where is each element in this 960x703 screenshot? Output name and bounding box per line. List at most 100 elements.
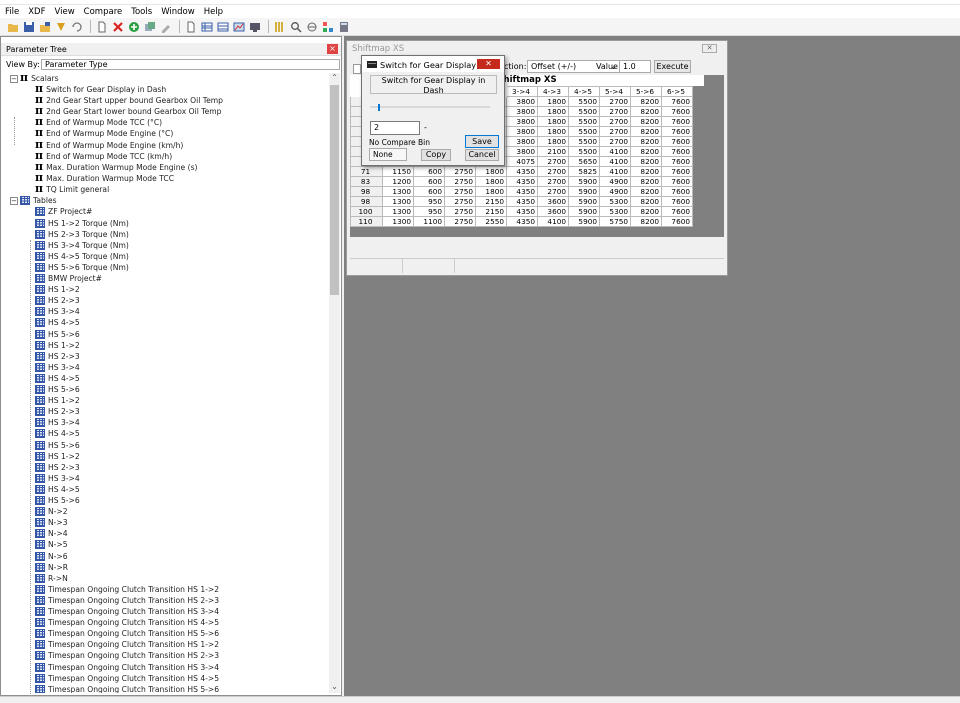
tree-group-tables[interactable]: − Tables xyxy=(10,195,57,206)
table-cell[interactable]: 1800 xyxy=(537,96,569,107)
row-header[interactable]: 98 xyxy=(350,196,383,207)
table-cell[interactable]: 7600 xyxy=(661,136,693,147)
table-cell[interactable]: 2700 xyxy=(537,156,569,167)
table-cell[interactable]: 2750 xyxy=(444,186,476,197)
table-cell[interactable]: 8200 xyxy=(630,176,662,187)
tree-item-table[interactable]: Timespan Ongoing Clutch Transition HS 4-… xyxy=(35,673,219,684)
table-cell[interactable]: 4350 xyxy=(506,166,538,177)
table-cell[interactable]: 4900 xyxy=(599,186,631,197)
table-cell[interactable]: 600 xyxy=(413,186,445,197)
tree-item-table[interactable]: HS 5->6 xyxy=(35,329,80,340)
table-cell[interactable]: 7600 xyxy=(661,146,693,157)
menu-file[interactable]: File xyxy=(5,7,19,17)
new-blank-icon[interactable] xyxy=(184,21,197,33)
tree-item-table[interactable]: ZF Project# xyxy=(35,206,92,217)
table-cell[interactable]: 8200 xyxy=(630,196,662,207)
tree-item-table[interactable]: HS 2->3 xyxy=(35,462,80,473)
import-icon[interactable] xyxy=(54,21,67,33)
monitor-icon[interactable] xyxy=(248,21,261,33)
tree-item-table[interactable]: HS 2->3 xyxy=(35,351,80,362)
row-header[interactable]: 83 xyxy=(350,176,383,187)
table-cell[interactable]: 3800 xyxy=(506,136,538,147)
table-cell[interactable]: 5900 xyxy=(568,186,600,197)
tree-item-table[interactable]: N->R xyxy=(35,562,68,573)
table-cell[interactable]: 5500 xyxy=(568,126,600,137)
tree-item-table[interactable]: HS 1->2 xyxy=(35,284,80,295)
table-cell[interactable]: 8200 xyxy=(630,126,662,137)
cancel-button[interactable]: Cancel xyxy=(465,149,499,161)
table-cell[interactable]: 1300 xyxy=(382,196,414,207)
table-cell[interactable]: 2550 xyxy=(475,216,507,227)
table-cell[interactable]: 4100 xyxy=(599,156,631,167)
tree-item-scalar[interactable]: π End of Warmup Mode TCC (km/h) xyxy=(35,150,172,162)
value-input[interactable]: 2 xyxy=(370,121,420,135)
search-icon[interactable] xyxy=(289,21,302,33)
table-cell[interactable]: 8200 xyxy=(630,166,662,177)
table-cell[interactable]: 8200 xyxy=(630,216,662,227)
table-cell[interactable]: 4100 xyxy=(599,166,631,177)
table-cell[interactable]: 1800 xyxy=(475,166,507,177)
view-list-icon[interactable] xyxy=(216,21,229,33)
table-cell[interactable]: 3800 xyxy=(506,96,538,107)
table-cell[interactable]: 1300 xyxy=(382,206,414,217)
collapse-icon[interactable]: − xyxy=(10,75,18,83)
table-cell[interactable]: 8200 xyxy=(630,136,662,147)
table-cell[interactable]: 7600 xyxy=(661,106,693,117)
table-cell[interactable]: 7600 xyxy=(661,196,693,207)
table-cell[interactable]: 5300 xyxy=(599,206,631,217)
table-cell[interactable]: 950 xyxy=(413,196,445,207)
table-cell[interactable]: 4100 xyxy=(537,216,569,227)
menu-view[interactable]: View xyxy=(55,7,75,17)
tree-item-table[interactable]: Timespan Ongoing Clutch Transition HS 5-… xyxy=(35,684,219,693)
table-cell[interactable]: 1800 xyxy=(475,176,507,187)
tree-item-table[interactable]: HS 2->3 xyxy=(35,295,80,306)
table-cell[interactable]: 8200 xyxy=(630,186,662,197)
tree-item-table[interactable]: N->2 xyxy=(35,506,68,517)
table-cell[interactable]: 3600 xyxy=(537,206,569,217)
table-cell[interactable]: 2700 xyxy=(599,126,631,137)
table-cell[interactable]: 600 xyxy=(413,176,445,187)
save-all-icon[interactable] xyxy=(38,21,51,33)
menu-xdf[interactable]: XDF xyxy=(28,7,45,17)
table-cell[interactable]: 2700 xyxy=(537,186,569,197)
tree-item-table[interactable]: Timespan Ongoing Clutch Transition HS 3-… xyxy=(35,606,219,617)
table-cell[interactable]: 2750 xyxy=(444,196,476,207)
tree-item-table[interactable]: Timespan Ongoing Clutch Transition HS 2-… xyxy=(35,650,219,661)
close-icon[interactable]: ✕ xyxy=(477,59,500,69)
delete-icon[interactable] xyxy=(111,21,124,33)
table-cell[interactable]: 2100 xyxy=(537,146,569,157)
table-cell[interactable]: 5750 xyxy=(599,216,631,227)
copy-button[interactable]: Copy xyxy=(421,149,451,161)
table-cell[interactable]: 8200 xyxy=(630,206,662,217)
execute-button[interactable]: Execute xyxy=(654,60,691,73)
table-cell[interactable]: 3600 xyxy=(537,196,569,207)
table-cell[interactable]: 1800 xyxy=(537,126,569,137)
edit-icon[interactable] xyxy=(159,21,172,33)
table-cell[interactable]: 8200 xyxy=(630,146,662,157)
table-cell[interactable]: 5500 xyxy=(568,136,600,147)
table-cell[interactable]: 2700 xyxy=(599,116,631,127)
table-cell[interactable]: 2700 xyxy=(537,166,569,177)
table-cell[interactable]: 1800 xyxy=(537,116,569,127)
tree-item-table[interactable]: Timespan Ongoing Clutch Transition HS 2-… xyxy=(35,595,219,606)
tree-item-scalar[interactable]: π 2nd Gear Start upper bound Gearbox Oil … xyxy=(35,94,223,106)
tree-item-scalar[interactable]: π End of Warmup Mode TCC (°C) xyxy=(35,116,162,128)
view-by-select[interactable]: Parameter Type xyxy=(41,59,340,70)
row-selector[interactable] xyxy=(353,64,361,74)
calculator-icon[interactable] xyxy=(337,21,350,33)
table-cell[interactable]: 5300 xyxy=(599,196,631,207)
table-cell[interactable]: 4350 xyxy=(506,216,538,227)
table-cell[interactable]: 7600 xyxy=(661,156,693,167)
row-header[interactable]: 98 xyxy=(350,186,383,197)
tree-item-table[interactable]: HS 4->5 xyxy=(35,373,80,384)
tree-item-table[interactable]: HS 3->4 xyxy=(35,306,80,317)
add-icon[interactable] xyxy=(127,21,140,33)
tree-item-table[interactable]: N->4 xyxy=(35,528,68,539)
table-cell[interactable]: 7600 xyxy=(661,186,693,197)
view-chart-icon[interactable] xyxy=(232,21,245,33)
tree-item-table[interactable]: BMW Project# xyxy=(35,273,102,284)
table-cell[interactable]: 2750 xyxy=(444,206,476,217)
row-header[interactable]: 110 xyxy=(350,216,383,227)
value-input[interactable]: 1.0 xyxy=(619,60,651,73)
menu-compare[interactable]: Compare xyxy=(84,7,123,17)
